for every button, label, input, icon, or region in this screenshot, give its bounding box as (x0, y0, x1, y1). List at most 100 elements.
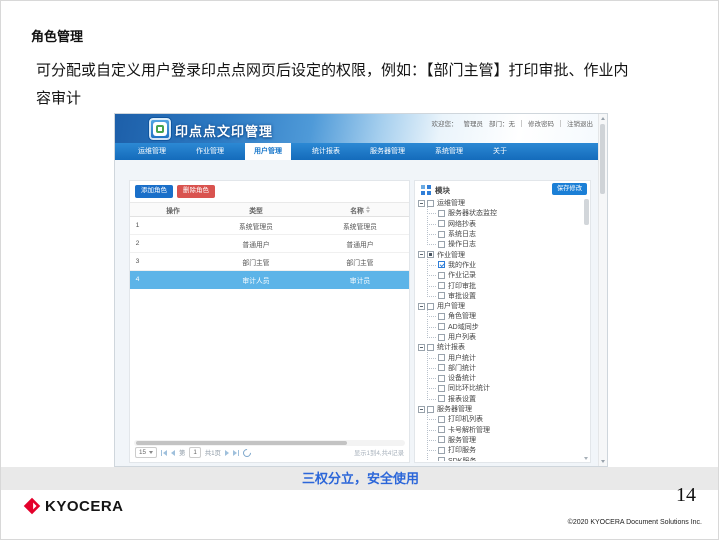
tree-item[interactable]: 设备统计 (418, 373, 582, 383)
tree-connector (427, 267, 436, 276)
checkbox-unchecked[interactable] (438, 375, 445, 382)
tree-item[interactable]: 用户统计 (418, 352, 582, 362)
scrollbar-thumb[interactable] (136, 441, 347, 445)
collapse-icon[interactable] (418, 406, 425, 413)
checkbox-unchecked[interactable] (438, 313, 445, 320)
table-row-selected[interactable]: 4 审计人员 审计员 (130, 271, 409, 289)
tree-item[interactable]: 作业记录 (418, 270, 582, 280)
checkbox-unchecked[interactable] (438, 323, 445, 330)
first-page-button[interactable] (161, 450, 167, 456)
tree-item[interactable]: 网络抄表 (418, 219, 582, 229)
table-row[interactable]: 1 系统管理员 系统管理员 (130, 217, 409, 235)
add-role-button[interactable]: 添加角色 (135, 185, 173, 198)
tab-users[interactable]: 用户管理 (245, 143, 291, 160)
tree-item[interactable]: 同比环比统计 (418, 383, 582, 393)
checkbox-unchecked[interactable] (438, 334, 445, 341)
col-operation[interactable]: 操作 (145, 205, 201, 215)
page-size-select[interactable]: 15 (135, 447, 157, 458)
collapse-icon[interactable] (418, 344, 425, 351)
tree-item[interactable]: 报表设置 (418, 394, 582, 404)
tab-operations[interactable]: 运维管理 (134, 143, 170, 160)
tree-connector (427, 411, 436, 420)
checkbox-partial[interactable] (427, 251, 434, 258)
tree-item[interactable]: 服务器管理 (418, 404, 582, 414)
checkbox-unchecked[interactable] (427, 200, 434, 207)
checkbox-unchecked[interactable] (438, 385, 445, 392)
checkbox-unchecked[interactable] (438, 416, 445, 423)
tree-item[interactable]: 打印服务 (418, 445, 582, 455)
collapse-icon[interactable] (418, 251, 425, 258)
body-line-1: 可分配或自定义用户登录印点点网页后设定的权限，例如：【部门主管】打印审批、作业内 (36, 57, 696, 85)
tree-item[interactable]: SDK服务 (418, 455, 582, 461)
checkbox-unchecked[interactable] (438, 457, 445, 461)
tree-item[interactable]: AD域同步 (418, 322, 582, 332)
checkbox-unchecked[interactable] (427, 303, 434, 310)
checkbox-unchecked[interactable] (438, 364, 445, 371)
tree-item[interactable]: 作业管理 (418, 249, 582, 259)
checkbox-unchecked[interactable] (427, 344, 434, 351)
tree-item[interactable]: 审批设置 (418, 291, 582, 301)
collapse-icon[interactable] (418, 200, 425, 207)
next-page-button[interactable] (225, 450, 229, 456)
tree-item[interactable]: 我的作业 (418, 260, 582, 270)
checkbox-unchecked[interactable] (438, 395, 445, 402)
checkbox-unchecked[interactable] (438, 447, 445, 454)
scrollbar-thumb[interactable] (600, 124, 605, 194)
checkbox-unchecked[interactable] (438, 292, 445, 299)
refresh-icon[interactable] (241, 447, 252, 458)
page-number-input[interactable]: 1 (189, 447, 201, 458)
checkbox-unchecked[interactable] (438, 354, 445, 361)
scrollbar-thumb[interactable] (584, 199, 589, 225)
tree-item[interactable]: 打印机列表 (418, 414, 582, 424)
checkbox-unchecked[interactable] (438, 210, 445, 217)
save-changes-button[interactable]: 保存修改 (552, 183, 587, 195)
col-name[interactable]: 名称 (311, 205, 409, 215)
tree-item[interactable]: 运维管理 (418, 198, 582, 208)
sort-icon[interactable] (366, 206, 370, 213)
checkbox-unchecked[interactable] (438, 220, 445, 227)
table-header-row: 操作 类型 名称 (130, 202, 409, 217)
checkbox-unchecked[interactable] (438, 436, 445, 443)
scroll-up-icon[interactable] (601, 117, 605, 120)
table-row[interactable]: 2 普通用户 普通用户 (130, 235, 409, 253)
tree-item[interactable]: 用户列表 (418, 332, 582, 342)
checkbox-unchecked[interactable] (438, 426, 445, 433)
tab-jobs[interactable]: 作业管理 (192, 143, 228, 160)
tree-item[interactable]: 角色管理 (418, 311, 582, 321)
checkbox-unchecked[interactable] (438, 241, 445, 248)
prev-page-button[interactable] (171, 450, 175, 456)
scroll-down-icon[interactable] (601, 460, 605, 463)
delete-role-button[interactable]: 删除角色 (177, 185, 215, 198)
tab-about[interactable]: 关于 (489, 143, 511, 160)
table-row[interactable]: 3 部门主管 部门主管 (130, 253, 409, 271)
tab-system[interactable]: 系统管理 (431, 143, 467, 160)
tree-connector (427, 278, 436, 287)
tree-scrollbar[interactable] (584, 198, 589, 460)
tree-item[interactable]: 卡号解析管理 (418, 425, 582, 435)
collapse-icon[interactable] (418, 303, 425, 310)
tree-item[interactable]: 部门统计 (418, 363, 582, 373)
checkbox-unchecked[interactable] (438, 272, 445, 279)
checkbox-checked[interactable] (438, 261, 445, 268)
tree-connector (427, 453, 436, 461)
divider (521, 120, 522, 127)
tree-item[interactable]: 打印审批 (418, 280, 582, 290)
checkbox-unchecked[interactable] (427, 406, 434, 413)
change-password-link[interactable]: 修改密码 (528, 118, 554, 128)
checkbox-unchecked[interactable] (438, 231, 445, 238)
col-type[interactable]: 类型 (201, 205, 311, 215)
tree-connector (427, 350, 436, 359)
tab-servers[interactable]: 服务器管理 (366, 143, 409, 160)
tree-item[interactable]: 用户管理 (418, 301, 582, 311)
tree-item[interactable]: 系统日志 (418, 229, 582, 239)
tree-item[interactable]: 统计报表 (418, 342, 582, 352)
tree-item[interactable]: 服务器状态监控 (418, 208, 582, 218)
last-page-button[interactable] (233, 450, 239, 456)
scroll-down-icon[interactable] (584, 457, 588, 460)
app-vertical-scrollbar[interactable] (598, 114, 607, 466)
tree-item[interactable]: 操作日志 (418, 239, 582, 249)
logout-link[interactable]: 注销退出 (567, 118, 593, 128)
checkbox-unchecked[interactable] (438, 282, 445, 289)
tree-item[interactable]: 服务管理 (418, 435, 582, 445)
tab-reports[interactable]: 统计报表 (308, 143, 344, 160)
